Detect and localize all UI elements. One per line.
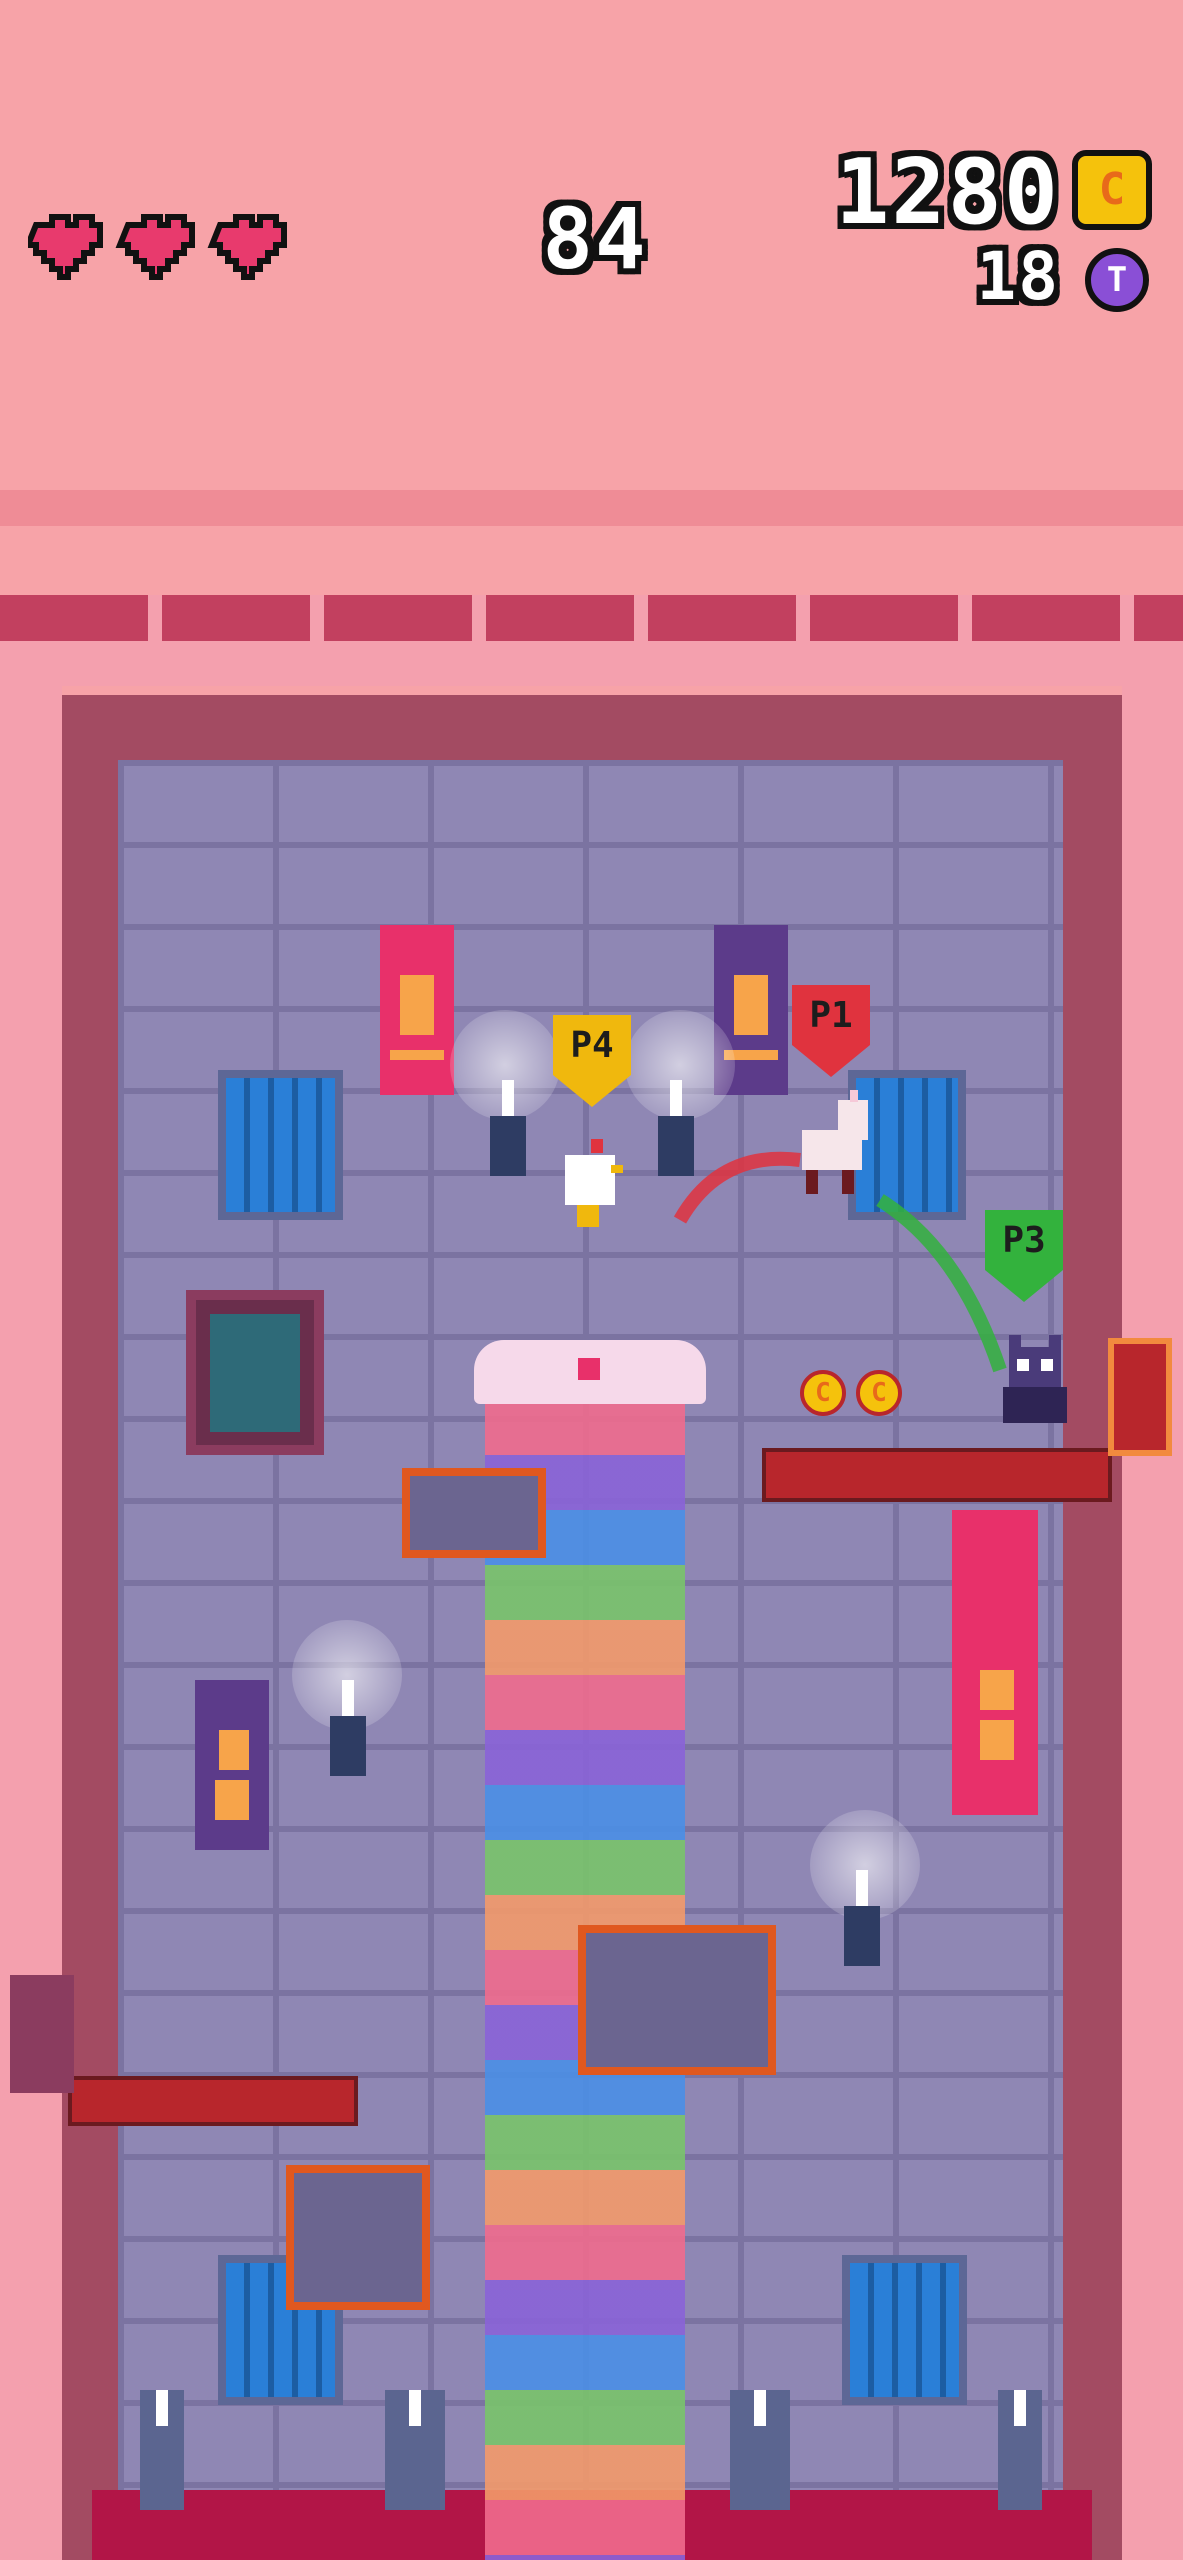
banner-king-red [952,1510,1038,1815]
token-icon: T [1085,248,1149,312]
jump-trail-green [876,1194,1007,1373]
coin-pickup: C [800,1370,846,1416]
sky-stripe [0,490,1183,526]
player-tag-p1: P1 [792,985,870,1077]
heart-icon [207,214,287,280]
castle-window [218,1070,343,1220]
castle-window [842,2255,967,2405]
lives-hearts [23,205,298,285]
coin-count: 1280 [835,140,1060,245]
candle-pillar [385,2390,445,2510]
spike-block-hazard [286,2165,430,2310]
candle-pillar [140,2390,184,2510]
candle-icon [844,1870,880,1970]
castle-outer-wall-right [1122,686,1183,2560]
banner-deer-red [380,925,454,1095]
coin-icon: C [1072,150,1152,230]
heart-icon [23,214,103,280]
candle-icon [330,1680,366,1780]
candle-icon [490,1080,526,1180]
token-count: 18 [976,238,1060,315]
castle-top-ledge [0,641,1183,686]
jump-trail-red [673,1151,801,1224]
heart-icon [115,214,195,280]
ledge-post-left [10,1975,74,2093]
red-ledge-right[interactable] [762,1448,1112,1502]
level-number: 84 [542,190,648,288]
wall-mirror [186,1290,324,1455]
candle-pillar [998,2390,1042,2510]
candle-pillar [730,2390,790,2510]
chicken-character [555,1135,625,1235]
red-ledge-left[interactable] [68,2076,358,2126]
castle-outer-wall-left [0,686,62,2560]
rainbow-pillar-cap [474,1340,706,1404]
spike-block-hazard [578,1925,776,2075]
castle-top-trim [0,595,1183,641]
spike-block-hazard [402,1468,546,1558]
ledge-post-right [1108,1338,1172,1456]
banner-king-purple [195,1680,269,1850]
player-tag-p4: P4 [553,1015,631,1107]
